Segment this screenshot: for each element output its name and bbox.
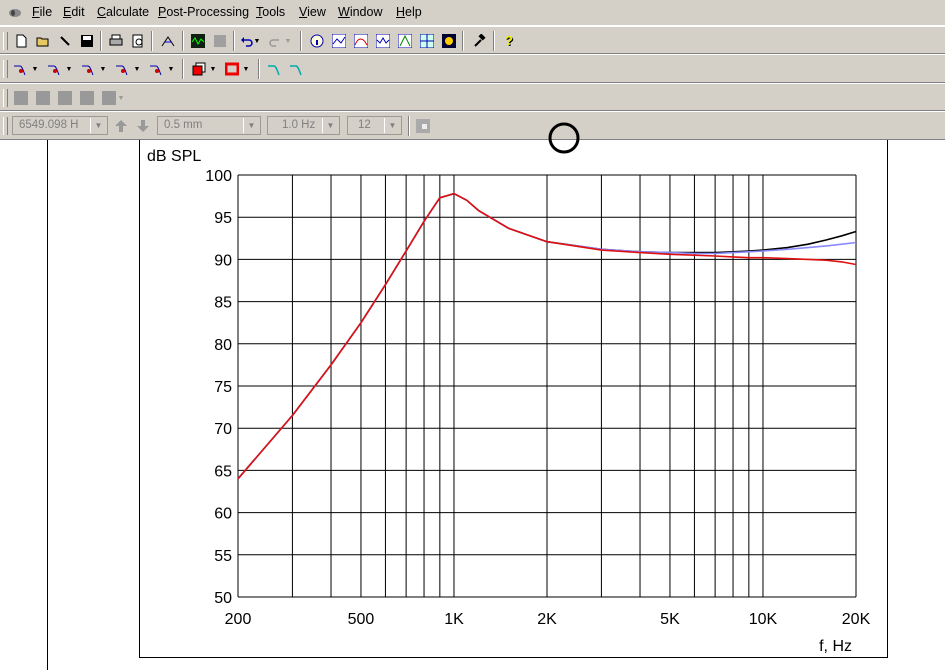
menu-bar: File Edit Calculate Post-Processing Tool… — [0, 0, 945, 26]
run-icon[interactable] — [189, 32, 207, 50]
stop-icon[interactable] — [211, 32, 229, 50]
menu-calculate[interactable]: Calculate — [97, 5, 149, 19]
menu-window[interactable]: Window — [338, 5, 382, 19]
frequency-combo[interactable]: 6549.098 H ▼ — [12, 116, 108, 135]
dropdown-arrow-icon[interactable]: ▼ — [132, 60, 142, 78]
toolbar-separator — [182, 59, 184, 79]
step-value: 1.0 Hz — [282, 119, 316, 131]
toolbar-separator — [462, 31, 464, 51]
toolbar-separator — [258, 59, 260, 79]
cyan-filter-icon[interactable] — [265, 60, 283, 78]
chevron-down-icon[interactable]: ▼ — [322, 118, 338, 133]
print-icon[interactable] — [107, 32, 125, 50]
toolbar-separator — [151, 31, 153, 51]
map-icon[interactable] — [418, 32, 436, 50]
svg-text:?: ? — [505, 34, 513, 48]
arrow-up-icon[interactable] — [112, 117, 130, 135]
menu-file[interactable]: File — [32, 5, 52, 19]
toolbar-separator — [493, 31, 495, 51]
chevron-down-icon[interactable]: ▼ — [243, 118, 259, 133]
parameters-toolbar: 6549.098 H ▼ 0.5 mm ▼ 1.0 Hz ▼ 12 ▼ — [0, 111, 945, 140]
highpass-filter-icon[interactable] — [44, 60, 64, 78]
dropdown-arrow-icon[interactable]: ▼ — [30, 60, 40, 78]
frequency-value: 6549.098 H — [19, 119, 79, 131]
help-icon[interactable]: ?? — [501, 32, 519, 50]
distance-combo[interactable]: 0.5 mm ▼ — [157, 116, 261, 135]
info-icon[interactable] — [308, 32, 326, 50]
drawing-toolbar: ▼ — [0, 83, 945, 111]
cyan-filter-alt-icon[interactable] — [287, 60, 305, 78]
graph-icon[interactable] — [330, 32, 348, 50]
dropdown-arrow-icon[interactable]: ▼ — [241, 60, 251, 78]
dropdown-arrow-icon[interactable]: ▼ — [64, 60, 74, 78]
polar-plot-icon[interactable] — [396, 32, 414, 50]
dropdown-arrow-icon[interactable]: ▼ — [166, 60, 176, 78]
print-preview-icon[interactable] — [129, 32, 147, 50]
chevron-down-icon[interactable]: ▼ — [384, 118, 400, 133]
menu-edit[interactable]: Edit — [63, 5, 85, 19]
probe-icon[interactable] — [56, 32, 74, 50]
chevron-down-icon[interactable]: ▼ — [90, 118, 106, 133]
bandpass-filter-icon[interactable] — [78, 60, 98, 78]
notch-filter-icon[interactable] — [112, 60, 132, 78]
count-combo[interactable]: 12 ▼ — [347, 116, 402, 135]
open-folder-icon[interactable] — [34, 32, 52, 50]
arrow-down-icon[interactable] — [134, 117, 152, 135]
lowpass-filter-icon[interactable] — [10, 60, 30, 78]
standard-toolbar: ▼ ▼ ?? — [0, 26, 945, 54]
move-tool-icon[interactable] — [78, 89, 96, 107]
dropdown-arrow-icon[interactable]: ▼ — [116, 89, 126, 107]
toolbar-separator — [300, 31, 302, 51]
chart-frame — [139, 140, 888, 658]
spectrum-icon[interactable] — [374, 32, 392, 50]
view-3d-icon[interactable] — [440, 32, 458, 50]
toolbar-grip[interactable] — [3, 60, 8, 78]
select-region-icon[interactable] — [34, 89, 52, 107]
count-value: 12 — [358, 119, 371, 131]
new-file-icon[interactable] — [12, 32, 30, 50]
undo-dropdown-icon[interactable]: ▼ — [252, 32, 262, 50]
dropdown-arrow-icon[interactable]: ▼ — [208, 60, 218, 78]
margin-line — [47, 140, 48, 670]
line-tool-icon[interactable] — [56, 89, 74, 107]
menu-post-processing[interactable]: Post-Processing — [158, 5, 249, 19]
redo-dropdown-icon[interactable]: ▼ — [283, 32, 293, 50]
toolbar-grip[interactable] — [3, 117, 8, 135]
dropdown-arrow-icon[interactable]: ▼ — [98, 60, 108, 78]
toolbar-separator — [182, 31, 184, 51]
toolbar-separator — [100, 31, 102, 51]
menu-view[interactable]: View — [299, 5, 326, 19]
toolbar-grip[interactable] — [3, 89, 8, 107]
app-icon[interactable] — [6, 4, 24, 22]
allpass-filter-icon[interactable] — [146, 60, 166, 78]
distance-value: 0.5 mm — [164, 119, 203, 131]
hammer-icon[interactable] — [470, 32, 488, 50]
pointer-icon[interactable] — [12, 89, 30, 107]
toolbar-grip[interactable] — [3, 32, 8, 50]
red-frame-icon[interactable] — [223, 60, 241, 78]
step-combo[interactable]: 1.0 Hz ▼ — [267, 116, 340, 135]
redo-icon[interactable] — [266, 32, 284, 50]
mesh-icon[interactable] — [159, 32, 177, 50]
menu-help[interactable]: Help — [396, 5, 422, 19]
apply-icon[interactable] — [414, 117, 432, 135]
save-icon[interactable] — [78, 32, 96, 50]
response-graph-icon[interactable] — [352, 32, 370, 50]
red-component-icon[interactable] — [190, 60, 208, 78]
toolbar-separator — [408, 116, 410, 136]
toolbar-separator — [233, 31, 235, 51]
filter-toolbar: ▼ ▼ ▼ ▼ ▼ ▼ ▼ — [0, 54, 945, 83]
menu-tools[interactable]: Tools — [256, 5, 285, 19]
